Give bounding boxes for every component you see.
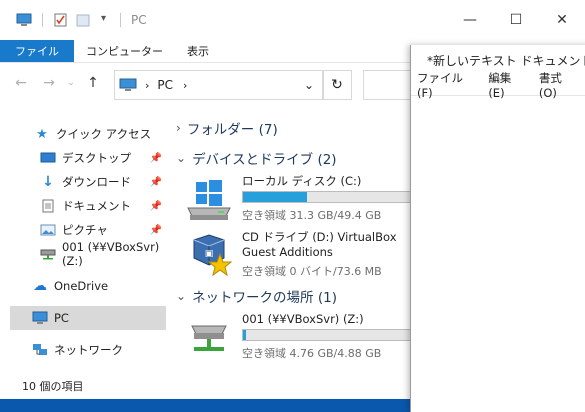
notepad-menu-bar: ファイル(F) 編集(E) 書式(O) — [411, 71, 585, 100]
tab-view[interactable]: 表示 — [175, 40, 221, 62]
minimize-button[interactable]: — — [447, 0, 493, 40]
nav-documents[interactable]: ドキュメント 📌 — [40, 194, 166, 218]
refresh-button[interactable]: ↻ — [322, 70, 352, 100]
pc-icon — [32, 310, 48, 326]
tab-file[interactable]: ファイル — [0, 40, 74, 62]
forward-button[interactable]: → — [38, 72, 60, 94]
content-pane: › フォルダー (7) ⌄ デバイスとドライブ (2) ローカル ディスク (C… — [170, 112, 417, 382]
breadcrumb-separator-icon[interactable]: › — [145, 79, 149, 92]
nav-network[interactable]: ネットワーク — [32, 338, 166, 362]
network-share-icon — [191, 325, 227, 351]
pin-icon[interactable]: 📌 — [150, 201, 162, 212]
notepad-window: *新しいテキスト ドキュメント - メモ帳 ファイル(F) 編集(E) 書式(O… — [410, 45, 585, 412]
up-button[interactable]: ↑ — [82, 72, 104, 94]
star-icon: ★ — [36, 126, 48, 142]
navigation-pane: ★ クイック アクセス デスクトップ 📌 ↓ ダウンロード 📌 ドキュメント 📌… — [0, 112, 168, 382]
nav-desktop[interactable]: デスクトップ 📌 — [40, 146, 166, 170]
toolbar-separator — [42, 13, 43, 27]
address-dropdown-button[interactable]: ⌄ — [296, 70, 322, 100]
document-icon — [40, 198, 56, 214]
pin-icon[interactable]: 📌 — [150, 225, 162, 236]
group-header-folders[interactable]: › フォルダー (7) — [176, 118, 278, 138]
drive-item-d[interactable]: ▣ CD ドライブ (D:) VirtualBox Guest Addition… — [184, 230, 424, 284]
svg-text:▣: ▣ — [205, 249, 214, 259]
pc-icon — [119, 78, 137, 91]
drive-free-space: 空き領域 31.3 GB/49.4 GB — [242, 209, 382, 222]
breadcrumb-pc[interactable]: PC — [157, 78, 173, 92]
drive-free-space: 空き領域 0 バイト/73.6 MB — [242, 265, 382, 278]
chevron-right-icon[interactable]: › — [176, 121, 181, 135]
properties-icon[interactable] — [53, 13, 69, 27]
nav-pc[interactable]: PC — [10, 306, 166, 330]
title-bar: ▾ PC — ☐ ✕ — [0, 0, 585, 40]
back-button[interactable]: ← — [10, 72, 32, 94]
drive-usage-fill — [243, 330, 247, 340]
window-controls: — ☐ ✕ — [447, 0, 585, 40]
nav-onedrive[interactable]: ☁ OneDrive — [32, 274, 166, 298]
notepad-title: *新しいテキスト ドキュメント - メモ帳 — [427, 53, 585, 68]
drive-usage-bar — [242, 329, 417, 341]
notepad-text-area[interactable] — [411, 96, 585, 412]
nav-network-drive-z[interactable]: 001 (¥¥VBoxSvr) (Z:) — [40, 240, 166, 268]
breadcrumb-separator-icon[interactable]: › — [183, 79, 187, 92]
pin-icon[interactable]: 📌 — [150, 177, 162, 188]
tab-computer[interactable]: コンピューター — [74, 40, 175, 62]
group-header-network[interactable]: ⌄ ネットワークの場所 (1) — [176, 286, 337, 306]
windows-drive-icon — [187, 180, 231, 220]
network-location-z[interactable]: 001 (¥¥VBoxSvr) (Z:) 空き領域 4.76 GB/4.88 G… — [184, 312, 424, 366]
toolbar-separator — [120, 13, 122, 27]
close-button[interactable]: ✕ — [539, 0, 585, 40]
window-title: PC — [131, 13, 147, 27]
drive-name: 001 (¥¥VBoxSvr) (Z:) — [242, 312, 364, 326]
quick-access-toolbar: ▾ — [0, 13, 125, 27]
nav-quick-access[interactable]: ★ クイック アクセス — [34, 122, 166, 146]
drive-usage-bar — [242, 191, 417, 203]
drive-name: ローカル ディスク (C:) — [242, 174, 362, 188]
drive-usage-fill — [243, 192, 307, 202]
drive-name: CD ドライブ (D:) VirtualBox Guest Additions — [242, 230, 397, 259]
status-bar-count: 10 個の項目 — [22, 380, 84, 393]
maximize-button[interactable]: ☐ — [493, 0, 539, 40]
nav-downloads[interactable]: ↓ ダウンロード 📌 — [40, 170, 166, 194]
group-header-devices[interactable]: ⌄ デバイスとドライブ (2) — [176, 148, 337, 168]
chevron-down-icon[interactable]: ⌄ — [176, 151, 186, 165]
address-bar[interactable]: › PC › — [114, 70, 324, 100]
dropdown-chevron-icon[interactable]: ▾ — [101, 13, 106, 27]
pc-icon[interactable] — [16, 13, 32, 27]
chevron-down-icon[interactable]: ⌄ — [176, 289, 186, 303]
nav-pictures[interactable]: ピクチャ 📌 — [40, 218, 166, 242]
pictures-icon — [40, 222, 56, 238]
drive-free-space: 空き領域 4.76 GB/4.88 GB — [242, 347, 382, 360]
cloud-icon: ☁ — [33, 278, 47, 294]
virtualbox-cd-icon: ▣ — [193, 234, 233, 277]
new-folder-icon[interactable] — [75, 13, 91, 27]
network-icon — [32, 342, 48, 358]
drive-item-c[interactable]: ローカル ディスク (C:) 空き領域 31.3 GB/49.4 GB — [184, 174, 424, 228]
network-drive-icon — [40, 246, 56, 262]
recent-dropdown-button[interactable]: ⌄ — [66, 72, 76, 94]
desktop-icon — [40, 150, 56, 166]
pin-icon[interactable]: 📌 — [150, 153, 162, 164]
download-icon: ↓ — [42, 174, 54, 190]
